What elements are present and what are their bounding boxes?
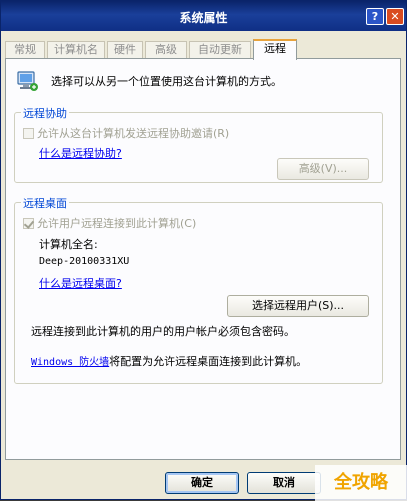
firewall-note: Windows 防火墙将配置为允许远程桌面连接到此计算机。 [31, 353, 307, 369]
help-button[interactable]: ? [366, 8, 384, 25]
tab-automatic-updates[interactable]: 自动更新 [189, 41, 251, 59]
remote-tab-panel: 选择可以从另一个位置使用这台计算机的方式。 远程协助 允许从这台计算机发送远程协… [5, 58, 401, 460]
windows-firewall-link[interactable]: Windows 防火墙 [31, 357, 109, 368]
firewall-note-text: 将配置为允许远程桌面连接到此计算机。 [109, 355, 308, 368]
remote-assistance-checkbox[interactable]: 允许从这台计算机发送远程协助邀请(R) [23, 125, 229, 141]
full-computer-name-value: Deep-20100331XU [39, 256, 130, 267]
password-note: 远程连接到此计算机的用户的用户帐户必须包含密码。 [31, 325, 295, 338]
what-is-remote-desktop-link[interactable]: 什么是远程桌面? [39, 275, 122, 291]
cancel-button[interactable]: 取消 [247, 472, 321, 494]
select-remote-users-button[interactable]: 选择远程用户(S)... [227, 295, 369, 317]
title-bar[interactable]: 系统属性 ? ✕ [1, 1, 406, 31]
checkbox-box[interactable] [23, 128, 34, 139]
close-button[interactable]: ✕ [386, 8, 404, 25]
remote-desktop-checkbox-label: 允许用户远程连接到此计算机(C) [37, 217, 197, 230]
tab-general[interactable]: 常规 [5, 41, 45, 59]
checkbox-box-checked[interactable] [23, 218, 34, 229]
system-properties-window: 系统属性 ? ✕ 常规 计算机名 硬件 高级 自动更新 远程 选择可以从另一个位… [0, 0, 407, 501]
what-is-remote-assistance-link[interactable]: 什么是远程协助? [39, 145, 122, 161]
watermark: 全攻略 [315, 465, 407, 501]
window-title: 系统属性 [179, 11, 228, 25]
tab-hardware[interactable]: 硬件 [107, 41, 143, 59]
tab-remote[interactable]: 远程 [253, 39, 297, 60]
remote-desktop-group: 远程桌面 允许用户远程连接到此计算机(C) 计算机全名: Deep-201003… [14, 195, 383, 384]
tab-computer-name[interactable]: 计算机名 [47, 41, 105, 59]
computer-network-icon [17, 71, 38, 91]
tab-advanced[interactable]: 高级 [145, 41, 187, 59]
remote-assistance-group: 远程协助 允许从这台计算机发送远程协助邀请(R) 什么是远程协助? 高级(V).… [14, 105, 383, 183]
intro-text: 选择可以从另一个位置使用这台计算机的方式。 [51, 75, 282, 88]
remote-desktop-checkbox[interactable]: 允许用户远程连接到此计算机(C) [23, 215, 196, 231]
remote-assistance-checkbox-label: 允许从这台计算机发送远程协助邀请(R) [37, 127, 230, 140]
advanced-button[interactable]: 高级(V)... [277, 158, 369, 180]
remote-desktop-title: 远程桌面 [21, 195, 69, 211]
ok-button[interactable]: 确定 [165, 472, 239, 494]
full-computer-name-label: 计算机全名: [39, 238, 98, 251]
remote-assistance-title: 远程协助 [21, 105, 69, 121]
